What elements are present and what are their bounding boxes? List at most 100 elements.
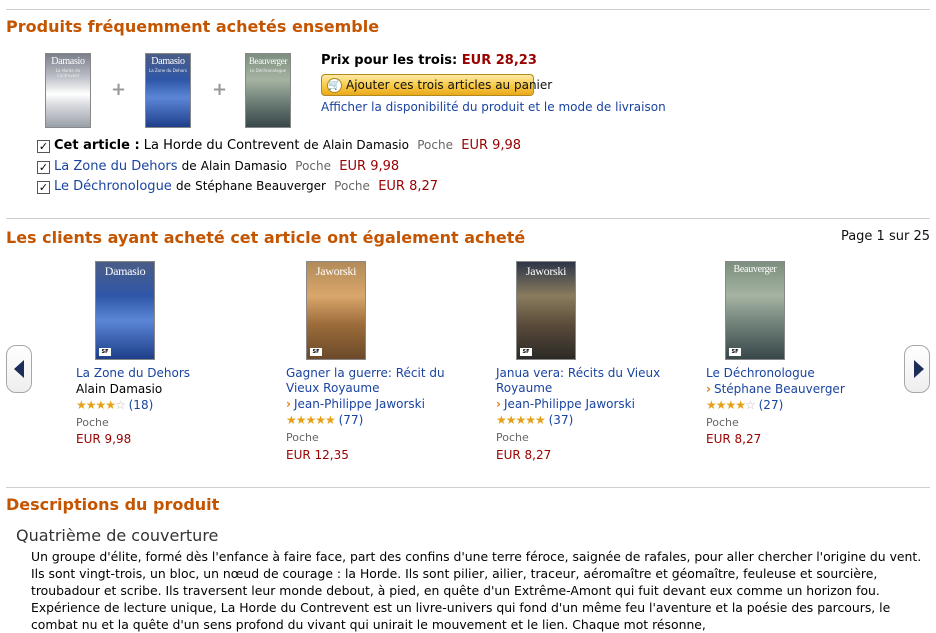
product-author: Alain Damasio (76, 382, 163, 396)
product-author-name: Jean-Philippe Jaworski (293, 397, 425, 411)
publisher-logo: SF (310, 348, 322, 356)
description-body: Un groupe d'élite, formé dès l'enfance à… (31, 549, 922, 632)
product-price: EUR 12,35 (286, 448, 349, 462)
star-empty-icon: ☆ (745, 398, 756, 412)
star-rating-icon: ★★★★★ (286, 413, 336, 427)
plus-icon: + (111, 79, 127, 100)
bundle-item-price: EUR 9,98 (461, 138, 522, 153)
description-subheading: Quatrième de couverture (16, 526, 219, 545)
cover-author: Damasio (51, 56, 85, 67)
bundle-cover-2[interactable]: Damasio La Zone du Dehors (145, 53, 191, 128)
product-title-link[interactable]: Janua vera: Récits du Vieux Royaume (496, 366, 671, 396)
bundle-item-by: de (175, 179, 191, 193)
page-indicator: Page 1 sur 25 (840, 229, 930, 244)
star-empty-icon: ☆ (115, 398, 126, 412)
cover-title: La Zone du Dehors (148, 68, 187, 73)
star-rating-icon: ★★★★ (706, 398, 746, 412)
bundle-cover-3[interactable]: Beauverger Le Déchronologue (245, 53, 291, 128)
cover-title: La Horde du Contrevent (55, 68, 81, 78)
product-author-name: Jean-Philippe Jaworski (503, 397, 635, 411)
bundle-item-row: Cet article : La Horde du Contrevent de … (54, 138, 521, 153)
publisher-logo: SF (520, 348, 532, 356)
bundle-item-checkbox[interactable]: ✓ (37, 161, 50, 174)
chevron-right-icon: › (496, 397, 501, 411)
product-rating[interactable]: ★★★★☆ (18) (76, 398, 153, 412)
bundle-item-title: La Horde du Contrevent (143, 138, 300, 153)
product-price: EUR 8,27 (706, 432, 762, 446)
add-all-to-cart-label: Ajouter ces trois articles au panier (346, 78, 553, 92)
review-count-link[interactable]: (27) (759, 398, 784, 412)
carousel-prev-button[interactable] (6, 345, 32, 393)
star-rating-icon: ★★★★★ (496, 413, 546, 427)
bundle-item-title-link[interactable]: Le Déchronologue (54, 179, 172, 194)
product-title-link[interactable]: La Zone du Dehors (76, 366, 251, 381)
product-author-name: Stéphane Beauverger (713, 382, 845, 396)
carousel-next-button[interactable] (904, 345, 930, 393)
product-price: EUR 9,98 (76, 432, 132, 446)
product-format: Poche (286, 431, 319, 444)
product-rating[interactable]: ★★★★★ (37) (496, 413, 573, 427)
product-format: Poche (496, 431, 529, 444)
cart-icon: 🛒 (327, 78, 342, 93)
chevron-left-icon (14, 360, 24, 378)
review-count-link[interactable]: (37) (549, 413, 574, 427)
bundle-item-checkbox[interactable]: ✓ (37, 181, 50, 194)
bundle-price-label: Prix pour les trois: (321, 53, 458, 68)
product-price: EUR 8,27 (496, 448, 552, 462)
description-heading: Descriptions du produit (6, 495, 220, 514)
product-format: Poche (706, 416, 739, 429)
plus-icon: + (212, 79, 228, 100)
bundle-item-checkbox[interactable]: ✓ (37, 140, 50, 153)
product-author-link[interactable]: › Stéphane Beauverger (706, 382, 881, 396)
availability-link[interactable]: Afficher la disponibilité du produit et … (321, 100, 666, 114)
product-author-link[interactable]: › Jean-Philippe Jaworski (496, 397, 671, 411)
top-divider (6, 9, 930, 10)
product-cover[interactable]: Jaworski SF (516, 261, 576, 360)
product-rating[interactable]: ★★★★☆ (27) (706, 398, 783, 412)
section-divider (6, 487, 930, 488)
bundle-cover-1[interactable]: Damasio La Horde du Contrevent (45, 53, 91, 128)
chevron-right-icon (914, 360, 924, 378)
bundle-item-author: Alain Damasio (200, 159, 288, 173)
also-bought-heading: Les clients ayant acheté cet article ont… (6, 228, 526, 247)
bundle-item-author: Stéphane Beauverger (195, 179, 326, 193)
bundle-item-row: Le Déchronologue de Stéphane Beauverger … (54, 179, 438, 194)
bundle-item-price: EUR 9,98 (339, 159, 400, 174)
cover-author: Beauverger (248, 56, 288, 66)
cover-author: Jaworski (525, 264, 567, 278)
bundle-item-format: Poche (334, 179, 370, 193)
star-rating-icon: ★★★★ (76, 398, 116, 412)
chevron-right-icon: › (286, 397, 291, 411)
add-all-to-cart-button[interactable]: 🛒 Ajouter ces trois articles au panier (321, 74, 552, 96)
section-divider (6, 218, 930, 219)
bundle-heading: Produits fréquemment achetés ensemble (6, 17, 380, 36)
review-count-link[interactable]: (77) (339, 413, 364, 427)
product-cover[interactable]: Damasio SF (95, 261, 155, 360)
bundle-item-format: Poche (417, 138, 453, 152)
bundle-item-price: EUR 8,27 (378, 179, 439, 194)
bundle-item-row: La Zone du Dehors de Alain Damasio Poche… (54, 159, 399, 174)
product-title-link[interactable]: Gagner la guerre: Récit du Vieux Royaume (286, 366, 461, 396)
bundle-item-author: Alain Damasio (322, 138, 409, 152)
product-cover[interactable]: Beauverger SF (725, 261, 785, 360)
chevron-right-icon: › (706, 382, 711, 396)
product-format: Poche (76, 416, 109, 429)
bundle-item-by: de (303, 138, 319, 152)
cover-author: Beauverger (733, 264, 777, 275)
product-rating[interactable]: ★★★★★ (77) (286, 413, 363, 427)
cover-title: Le Déchronologue (249, 68, 287, 73)
bundle-item-by: de (181, 159, 197, 173)
bundle-price: Prix pour les trois: EUR 28,23 (321, 53, 537, 68)
cover-author: Damasio (104, 264, 146, 278)
product-cover[interactable]: Jaworski SF (306, 261, 366, 360)
product-title-link[interactable]: Le Déchronologue (706, 366, 881, 381)
review-count-link[interactable]: (18) (129, 398, 154, 412)
cover-author: Damasio (151, 56, 185, 67)
bundle-item-title-link[interactable]: La Zone du Dehors (54, 159, 178, 174)
bundle-price-value: EUR 28,23 (461, 53, 537, 68)
publisher-logo: SF (99, 348, 111, 356)
product-author-link[interactable]: › Jean-Philippe Jaworski (286, 397, 461, 411)
bundle-item-format: Poche (295, 159, 332, 173)
cover-author: Jaworski (315, 264, 357, 278)
current-item-prefix: Cet article : (54, 138, 140, 153)
